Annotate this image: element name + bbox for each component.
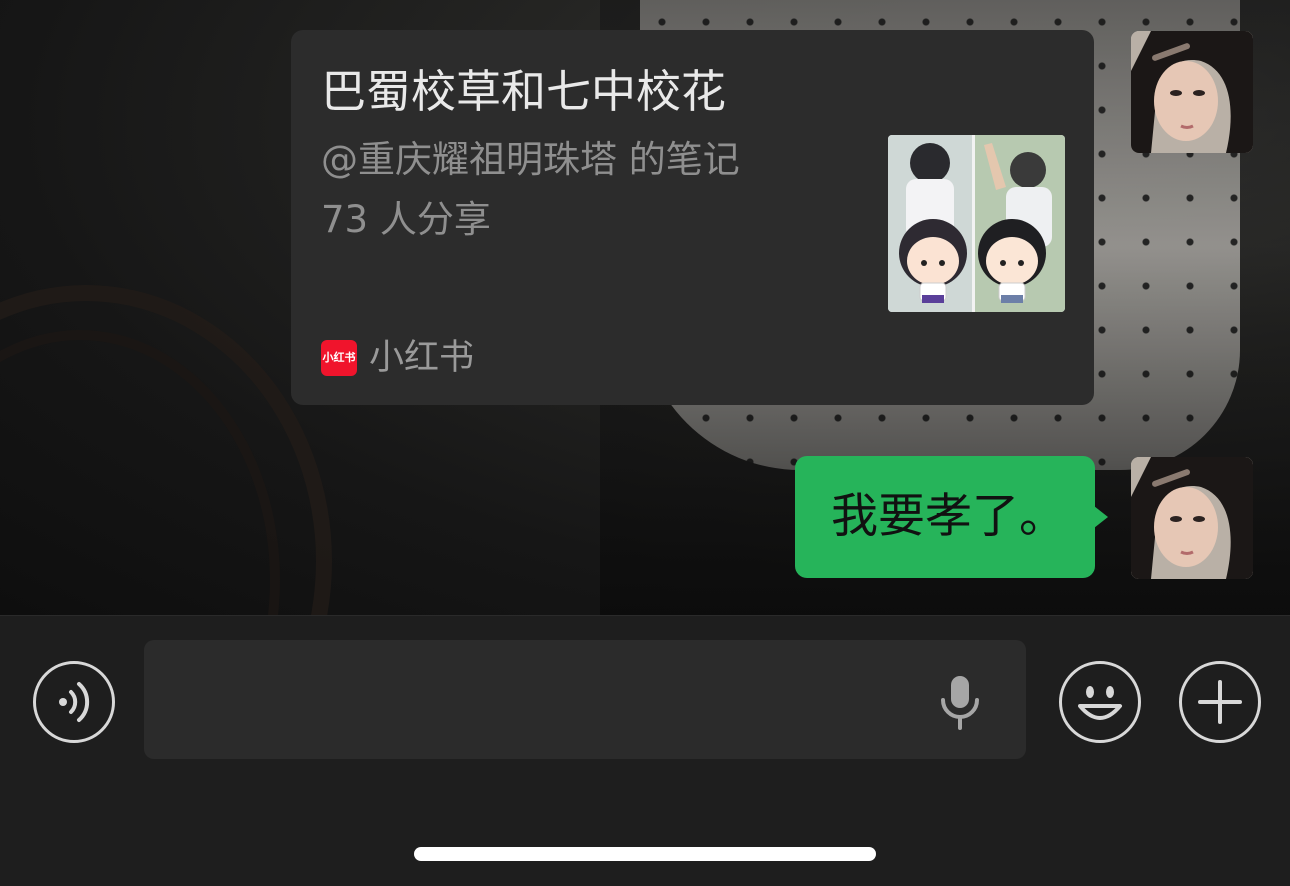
sender-avatar[interactable] bbox=[1131, 457, 1253, 579]
card-source-name: 小红书 bbox=[369, 338, 475, 378]
xiaohongshu-logo-icon: 小红书 bbox=[321, 340, 357, 376]
message-text: 我要孝了。 bbox=[831, 489, 1066, 544]
message-bubble[interactable]: 我要孝了。 bbox=[795, 456, 1095, 578]
message-bubble-tail bbox=[1094, 506, 1108, 528]
message-input[interactable] bbox=[144, 640, 1026, 759]
input-bar bbox=[0, 615, 1290, 886]
card-title: 巴蜀校草和七中校花 bbox=[321, 65, 727, 118]
smile-emoji-icon bbox=[1078, 686, 1122, 720]
home-indicator[interactable] bbox=[414, 847, 876, 861]
more-button[interactable] bbox=[1179, 661, 1261, 743]
emoji-button[interactable] bbox=[1059, 661, 1141, 743]
card-share-count: 73 人分享 bbox=[321, 198, 491, 241]
card-thumbnail bbox=[888, 135, 1065, 312]
microphone-icon[interactable] bbox=[937, 674, 983, 730]
card-author: @重庆耀祖明珠塔 的笔记 bbox=[321, 138, 740, 181]
shared-note-card[interactable]: 巴蜀校草和七中校花 @重庆耀祖明珠塔 的笔记 73 人分享 小红书 小红书 bbox=[291, 30, 1094, 405]
voice-wave-icon bbox=[59, 682, 90, 722]
chat-area[interactable]: 巴蜀校草和七中校花 @重庆耀祖明珠塔 的笔记 73 人分享 小红书 小红书 我要… bbox=[0, 0, 1290, 615]
sender-avatar[interactable] bbox=[1131, 31, 1253, 153]
plus-icon bbox=[1198, 680, 1242, 724]
voice-toggle-button[interactable] bbox=[33, 661, 115, 743]
